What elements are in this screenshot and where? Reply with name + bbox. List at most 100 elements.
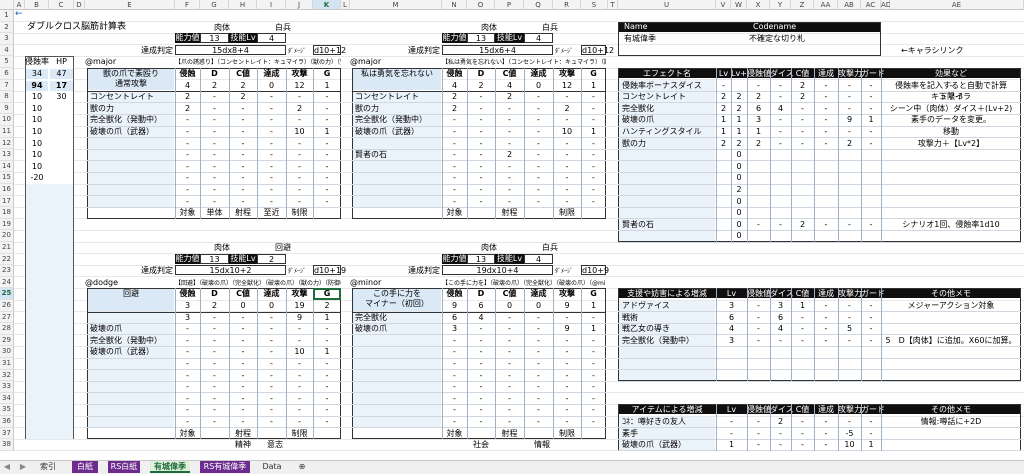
effects-row-value[interactable]: - (814, 104, 838, 114)
support-row-value[interactable] (838, 347, 861, 357)
row-header-25[interactable]: 25 (0, 288, 14, 300)
row-header-24[interactable]: 24 (0, 276, 14, 289)
block2-total-0[interactable]: 4 (442, 81, 467, 91)
effects-row-value[interactable] (861, 162, 881, 172)
block1-row-value[interactable]: - (286, 185, 313, 195)
effects-row-value[interactable]: - (838, 127, 861, 137)
sheet-tab-4[interactable]: RS白紙 (108, 461, 140, 473)
block2-row-value[interactable]: 10 (553, 127, 581, 137)
support-row-value[interactable]: - (838, 301, 861, 311)
support-row-value[interactable] (770, 347, 791, 357)
block4-row-value[interactable]: - (553, 382, 581, 392)
block2-row-value[interactable]: - (524, 162, 553, 172)
effects-row-value[interactable] (791, 208, 814, 218)
block2-row-value[interactable]: - (467, 185, 495, 195)
effects-row-value[interactable] (814, 208, 838, 218)
column-header-ab[interactable]: AB (838, 0, 861, 10)
block4-row-value[interactable]: - (553, 347, 581, 357)
effects-row-name[interactable]: 賢者の石 (622, 220, 714, 230)
effects-row-value[interactable] (770, 185, 791, 195)
block1-stat-value[interactable]: 13 (200, 33, 229, 44)
support-row-name[interactable]: アドヴァイス (622, 301, 714, 311)
block4-row-name[interactable]: 破壊の爪 (355, 324, 441, 334)
block4-row-value[interactable]: - (495, 417, 524, 427)
block2-row-value[interactable]: - (524, 127, 553, 137)
hp-value[interactable] (50, 127, 73, 137)
block3-total-5[interactable]: 2 (313, 301, 341, 311)
support-row-value[interactable] (838, 359, 861, 369)
items-row-value[interactable]: - (770, 429, 791, 439)
row-header-7[interactable]: 7 (0, 79, 14, 92)
row-header-5[interactable]: 5 (0, 56, 14, 68)
effects-row-value[interactable]: 2 (716, 139, 731, 149)
row-header-33[interactable]: 33 (0, 381, 14, 393)
support-row-value[interactable]: 5 (838, 324, 861, 334)
effects-row-value[interactable] (838, 208, 861, 218)
support-row-value[interactable] (716, 347, 747, 357)
block4-row-value[interactable]: - (495, 382, 524, 392)
block2-row-value[interactable]: - (553, 173, 581, 183)
row-header-22[interactable]: 22 (0, 253, 14, 266)
block3-row-value[interactable]: - (200, 382, 229, 392)
effects-row-value[interactable]: 2 (731, 92, 747, 102)
effects-row-value[interactable]: - (791, 139, 814, 149)
effects-row-value[interactable]: - (838, 220, 861, 230)
effects-row-value[interactable] (747, 231, 770, 241)
block3-row-value[interactable]: - (200, 405, 229, 415)
support-row-value[interactable] (814, 371, 838, 381)
effects-row-value[interactable]: 2 (791, 220, 814, 230)
block4-row-value[interactable]: - (495, 371, 524, 381)
block1-row-value[interactable]: - (257, 197, 286, 207)
row-header-11[interactable]: 11 (0, 126, 14, 138)
block3-row-value[interactable]: - (286, 336, 313, 346)
column-header-v[interactable]: V (716, 0, 731, 10)
support-row-value[interactable]: 4 (770, 324, 791, 334)
block1-row-value[interactable]: - (175, 115, 200, 125)
effects-row-value[interactable]: - (716, 81, 731, 91)
block4-row-value[interactable]: - (581, 359, 606, 369)
block2-row-value[interactable]: - (581, 92, 606, 102)
block4-row-value[interactable]: - (467, 336, 495, 346)
erosion-value[interactable]: 10 (26, 92, 48, 102)
support-row-value[interactable] (747, 359, 770, 369)
block2-stat-value[interactable]: 13 (467, 33, 495, 44)
effects-row-name[interactable] (622, 197, 714, 207)
block1-row-value[interactable]: - (200, 150, 229, 160)
effects-row-name[interactable] (622, 185, 714, 195)
block2-row-value[interactable]: 2 (495, 150, 524, 160)
effects-row-value[interactable] (747, 185, 770, 195)
column-header-y[interactable]: Y (770, 0, 791, 10)
block2-row-name[interactable]: コンセントレイト (355, 92, 441, 102)
support-row-value[interactable] (861, 347, 881, 357)
block1-row-value[interactable]: - (175, 173, 200, 183)
sheet-tab-8[interactable]: ⊕ (294, 461, 310, 473)
block1-row-value[interactable]: 2 (175, 104, 200, 114)
effects-row-value[interactable] (716, 162, 731, 172)
effects-row-value[interactable] (770, 162, 791, 172)
block1-row-name[interactable] (90, 139, 174, 149)
block3-row-value[interactable]: - (313, 382, 341, 392)
block2-row-value[interactable]: - (524, 197, 553, 207)
effects-row-value[interactable]: - (770, 81, 791, 91)
block3-row-name[interactable]: 破壊の爪 (90, 324, 174, 334)
block3-row-value[interactable]: - (200, 394, 229, 404)
block2-row-name[interactable] (355, 139, 441, 149)
block3-row-value[interactable]: - (175, 336, 200, 346)
support-row-value[interactable] (747, 347, 770, 357)
block3-row-value[interactable]: - (257, 336, 286, 346)
block4-row-value[interactable]: - (495, 324, 524, 334)
block3-row-value[interactable]: 1 (313, 347, 341, 357)
effects-row-value[interactable] (770, 208, 791, 218)
column-header-z[interactable]: Z (791, 0, 814, 10)
effects-row-value[interactable] (814, 162, 838, 172)
row-header-15[interactable]: 15 (0, 172, 14, 184)
block4-row-value[interactable]: 4 (467, 313, 495, 323)
items-row-value[interactable]: 10 (838, 440, 861, 450)
effects-row-value[interactable]: 2 (731, 185, 747, 195)
effects-row-value[interactable] (770, 173, 791, 183)
items-row-value[interactable]: - (747, 417, 770, 427)
effects-row-value[interactable]: - (861, 220, 881, 230)
block3-row-value[interactable]: - (229, 405, 257, 415)
block2-row-value[interactable]: - (581, 162, 606, 172)
block1-row-value[interactable]: - (257, 173, 286, 183)
